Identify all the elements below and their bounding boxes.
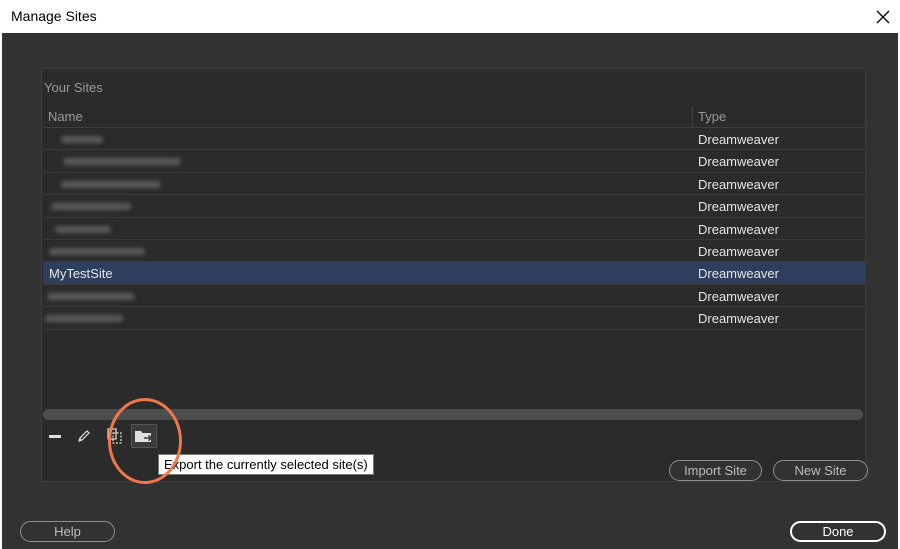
duplicate-icon — [107, 428, 122, 444]
column-header-type[interactable]: Type — [698, 109, 726, 124]
export-folder-icon — [135, 431, 153, 442]
site-name-redacted — [63, 158, 181, 166]
table-row[interactable]: Dreamweaver — [43, 150, 866, 173]
minus-icon — [49, 435, 61, 438]
sites-table: Name Type Dreamweaver Dreamweaver Dreamw… — [43, 106, 866, 330]
column-divider[interactable] — [692, 106, 693, 127]
table-row[interactable]: Dreamweaver — [43, 173, 866, 196]
site-type: Dreamweaver — [698, 288, 779, 304]
export-site-button[interactable] — [131, 424, 157, 448]
edit-site-button[interactable] — [73, 424, 95, 448]
table-row[interactable]: Dreamweaver — [43, 307, 866, 330]
site-type: Dreamweaver — [698, 221, 779, 237]
window-title: Manage Sites — [11, 8, 97, 24]
table-row[interactable]: Dreamweaver — [43, 240, 866, 263]
pencil-icon — [78, 430, 90, 442]
site-type: Dreamweaver — [698, 311, 779, 327]
new-site-button[interactable]: New Site — [773, 460, 868, 481]
site-name-redacted — [51, 203, 131, 211]
your-sites-label: Your Sites — [44, 80, 103, 95]
site-type: Dreamweaver — [698, 132, 779, 147]
site-name-redacted — [55, 225, 111, 233]
site-type: Dreamweaver — [698, 154, 779, 170]
close-icon — [876, 10, 890, 23]
site-name-redacted — [61, 180, 161, 188]
table-row-selected[interactable]: MyTestSite Dreamweaver — [43, 262, 866, 285]
site-toolbar — [44, 424, 194, 448]
remove-site-button[interactable] — [44, 424, 66, 448]
site-name-redacted — [61, 136, 103, 143]
export-tooltip: Export the currently selected site(s) — [158, 454, 374, 475]
site-name-redacted — [49, 247, 145, 255]
site-name: MyTestSite — [49, 266, 113, 282]
done-button[interactable]: Done — [790, 521, 886, 542]
site-type: Dreamweaver — [698, 266, 779, 282]
site-type: Dreamweaver — [698, 176, 779, 192]
close-button[interactable] — [866, 0, 900, 33]
site-type: Dreamweaver — [698, 199, 779, 215]
column-header-name[interactable]: Name — [48, 109, 83, 124]
site-name-redacted — [45, 315, 123, 323]
table-row[interactable]: Dreamweaver — [43, 128, 866, 151]
title-bar: Manage Sites — [0, 0, 900, 33]
table-row[interactable]: Dreamweaver — [43, 218, 866, 240]
table-header: Name Type — [43, 106, 866, 128]
site-type: Dreamweaver — [698, 243, 779, 259]
duplicate-site-button[interactable] — [103, 424, 125, 448]
table-row[interactable]: Dreamweaver — [43, 195, 866, 218]
table-row[interactable]: Dreamweaver — [43, 285, 866, 308]
site-name-redacted — [47, 292, 135, 300]
help-button[interactable]: Help — [20, 521, 115, 542]
horizontal-scrollbar[interactable] — [43, 409, 863, 420]
import-site-button[interactable]: Import Site — [669, 460, 762, 481]
